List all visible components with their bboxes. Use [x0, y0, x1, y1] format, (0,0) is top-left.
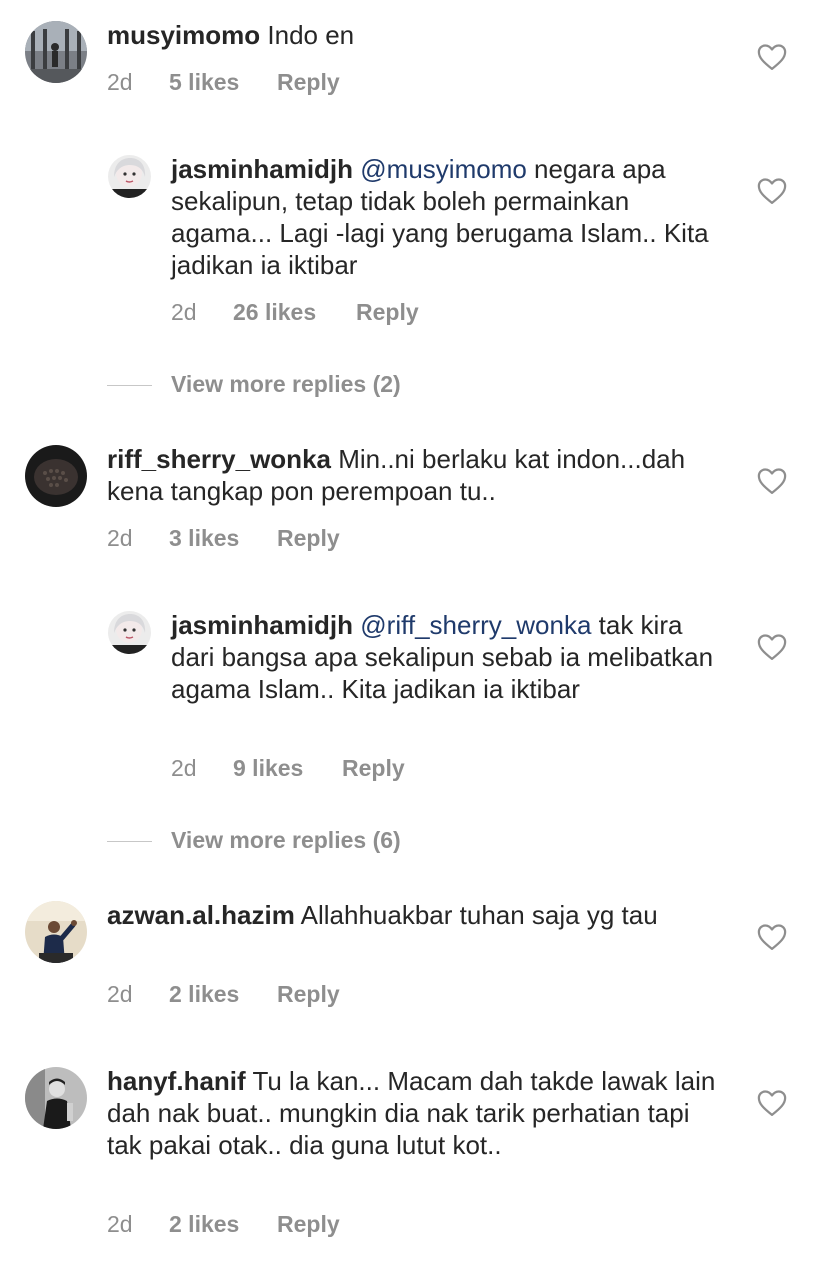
avatar[interactable] — [108, 611, 151, 654]
timestamp: 2d — [171, 755, 197, 781]
reply-button[interactable]: Reply — [277, 1209, 340, 1239]
likes-count[interactable]: 5 likes — [169, 67, 239, 97]
mention-link[interactable]: @musyimomo — [360, 154, 527, 184]
comment-text: Indo en — [267, 20, 355, 50]
likes-count[interactable]: 3 likes — [169, 523, 239, 553]
username[interactable]: jasminhamidjh — [171, 154, 353, 184]
view-more-replies-label[interactable]: View more replies (2) — [171, 369, 401, 399]
view-more-replies[interactable]: View more replies (2) — [0, 369, 828, 401]
timestamp: 2d — [107, 981, 133, 1007]
timestamp: 2d — [107, 69, 133, 95]
timestamp: 2d — [107, 1211, 133, 1237]
heart-outline-icon[interactable] — [757, 177, 787, 205]
username[interactable]: azwan.al.hazim — [107, 900, 295, 930]
avatar[interactable] — [25, 1067, 87, 1129]
username[interactable]: musyimomo — [107, 20, 260, 50]
reply-button[interactable]: Reply — [342, 753, 405, 783]
heart-outline-icon[interactable] — [757, 43, 787, 71]
username[interactable]: riff_sherry_wonka — [107, 444, 331, 474]
timestamp: 2d — [107, 525, 133, 551]
comment-meta: 2d 3 likes Reply — [107, 523, 407, 553]
avatar[interactable] — [108, 155, 151, 198]
comment-text: Allahhuakbar tuhan saja yg tau — [300, 900, 658, 930]
heart-outline-icon[interactable] — [757, 923, 787, 951]
likes-count[interactable]: 2 likes — [169, 1209, 239, 1239]
divider-line — [107, 841, 152, 842]
reply-button[interactable]: Reply — [277, 979, 340, 1009]
reply-button[interactable]: Reply — [277, 67, 340, 97]
likes-count[interactable]: 2 likes — [169, 979, 239, 1009]
comment-meta: 2d 2 likes Reply — [107, 979, 407, 1009]
divider-line — [107, 385, 152, 386]
comment-meta: 2d 9 likes Reply — [171, 753, 471, 783]
heart-outline-icon[interactable] — [757, 467, 787, 495]
view-more-replies[interactable]: View more replies (6) — [0, 825, 828, 857]
comment-meta: 2d 26 likes Reply — [171, 297, 471, 327]
username[interactable]: jasminhamidjh — [171, 610, 353, 640]
reply-button[interactable]: Reply — [277, 523, 340, 553]
timestamp: 2d — [171, 299, 197, 325]
avatar[interactable] — [25, 901, 87, 963]
mention-link[interactable]: @riff_sherry_wonka — [360, 610, 591, 640]
heart-outline-icon[interactable] — [757, 1089, 787, 1117]
comment-meta: 2d 2 likes Reply — [107, 1209, 407, 1239]
likes-count[interactable]: 26 likes — [233, 297, 316, 327]
avatar[interactable] — [25, 21, 87, 83]
view-more-replies-label[interactable]: View more replies (6) — [171, 825, 401, 855]
likes-count[interactable]: 9 likes — [233, 753, 303, 783]
reply-button[interactable]: Reply — [356, 297, 419, 327]
avatar[interactable] — [25, 445, 87, 507]
username[interactable]: hanyf.hanif — [107, 1066, 246, 1096]
heart-outline-icon[interactable] — [757, 633, 787, 661]
comment-meta: 2d 5 likes Reply — [107, 67, 407, 97]
